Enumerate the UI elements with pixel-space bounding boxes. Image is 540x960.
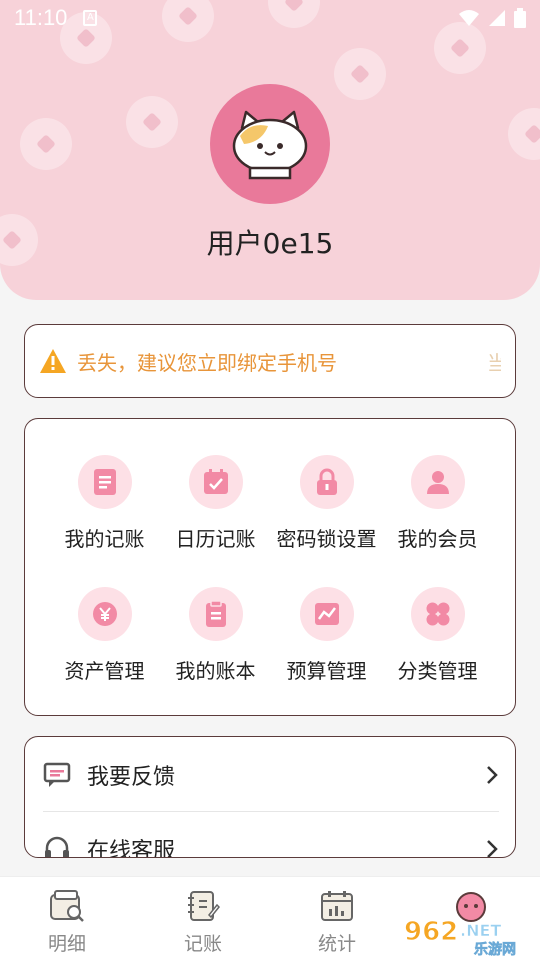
feature-label: 我的记账 xyxy=(64,527,145,551)
tab-detail[interactable]: 明细 xyxy=(22,889,112,956)
feature-label: 分类管理 xyxy=(397,659,478,683)
feature-my-membership[interactable]: 我的会员 xyxy=(376,455,499,552)
username[interactable]: 用户0e15 xyxy=(0,222,540,262)
feature-category-management[interactable]: 分类管理 xyxy=(376,587,499,684)
svg-text:乐游网: 乐游网 xyxy=(474,941,516,956)
chevron-right-icon xyxy=(487,766,498,784)
tab-statistics[interactable]: 统计 xyxy=(292,889,382,956)
tab-bookkeeping[interactable]: 记账 xyxy=(158,889,248,956)
warning-icon xyxy=(40,349,66,373)
svg-text:.NET: .NET xyxy=(460,921,501,940)
clover-icon xyxy=(410,587,465,641)
menu-list: 我要反馈 在线客服 xyxy=(24,736,516,858)
feedback-icon xyxy=(43,762,71,787)
stats-icon xyxy=(321,891,353,921)
feature-label: 我的账本 xyxy=(175,659,256,683)
feature-calendar-ledger[interactable]: 日历记账 xyxy=(154,455,277,552)
feature-budget-management[interactable]: 预算管理 xyxy=(265,587,388,684)
coin-decoration xyxy=(126,96,178,148)
tab-label: 记账 xyxy=(183,933,222,955)
feature-my-account-book[interactable]: 我的账本 xyxy=(154,587,277,684)
watermark-logo: 962 .NET 乐游网 xyxy=(400,910,532,959)
chart-icon xyxy=(299,587,354,641)
coin-decoration xyxy=(20,118,72,170)
menu-item-online-service[interactable]: 在线客服 xyxy=(25,813,515,858)
coin-decoration xyxy=(508,108,540,160)
cat-avatar-icon xyxy=(232,110,308,180)
feature-grid: 我的记账 日历记账 密码锁设置 我的会员 资产管理 我的账本 预算管理 分类管理 xyxy=(24,418,516,716)
menu-item-feedback[interactable]: 我要反馈 xyxy=(25,739,515,811)
feature-label: 日历记账 xyxy=(175,527,256,551)
yen-icon xyxy=(77,587,132,641)
battery-icon xyxy=(514,8,526,28)
chevron-right-icon xyxy=(487,840,498,857)
feature-asset-management[interactable]: 资产管理 xyxy=(43,587,166,684)
status-indicator: A xyxy=(83,10,98,26)
divider xyxy=(43,811,499,812)
lock-icon xyxy=(299,455,354,509)
feature-label: 资产管理 xyxy=(64,659,145,683)
feature-label: 密码锁设置 xyxy=(276,527,377,551)
menu-item-label: 我要反馈 xyxy=(87,765,176,790)
member-icon xyxy=(410,455,465,509)
headset-icon xyxy=(45,836,69,857)
ledger-icon xyxy=(77,455,132,509)
tab-label: 明细 xyxy=(47,933,86,955)
detail-icon xyxy=(50,890,84,922)
notice-text: 丢失，建议您立即绑定手机号 xyxy=(77,350,337,375)
avatar[interactable] xyxy=(210,84,330,204)
book-icon xyxy=(188,587,243,641)
status-time: 11:10 xyxy=(14,5,68,30)
coin-decoration xyxy=(334,48,386,100)
signal-icon xyxy=(489,10,505,26)
feature-my-ledger[interactable]: 我的记账 xyxy=(43,455,166,552)
feature-label: 我的会员 xyxy=(397,527,478,551)
note-icon xyxy=(188,891,221,921)
svg-text:962: 962 xyxy=(404,917,458,947)
calendar-icon xyxy=(188,455,243,509)
feature-password-lock[interactable]: 密码锁设置 xyxy=(265,455,388,552)
tab-label: 统计 xyxy=(317,933,356,955)
status-bar: 11:10 A xyxy=(0,0,540,36)
feature-label: 预算管理 xyxy=(286,659,367,683)
wifi-icon xyxy=(459,10,479,26)
notice-banner[interactable]: 丢失，建议您立即绑定手机号 当 xyxy=(24,324,516,398)
notice-text-tail: 当 xyxy=(487,350,501,375)
menu-item-label: 在线客服 xyxy=(87,839,176,858)
